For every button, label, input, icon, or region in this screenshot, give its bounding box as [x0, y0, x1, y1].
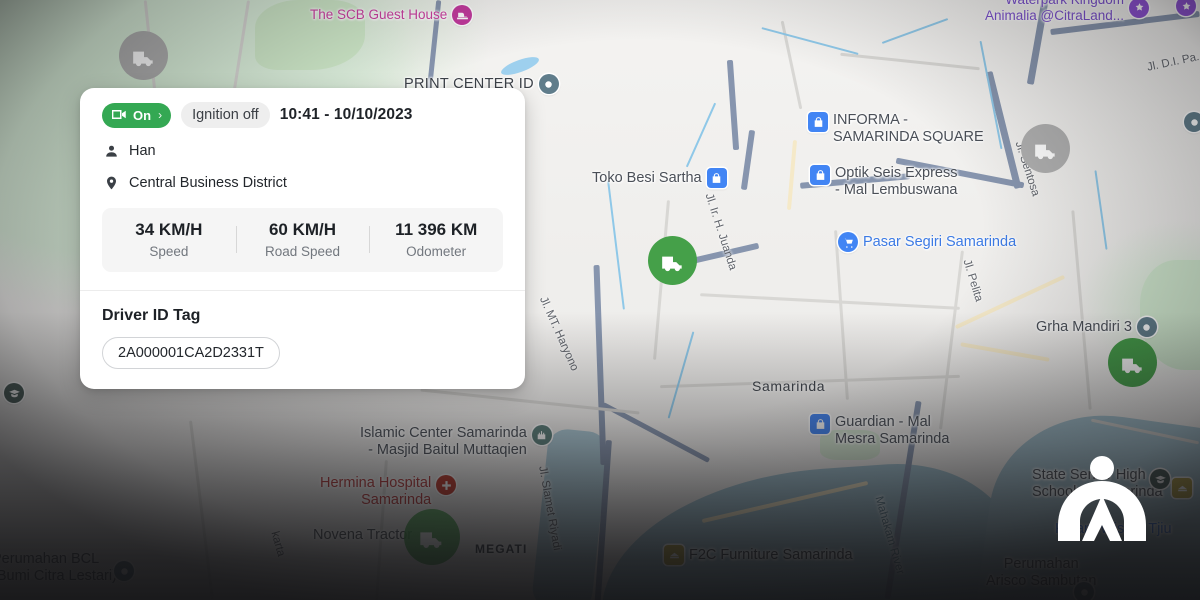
driver-row: Han — [102, 142, 503, 160]
stat-value: 34 KM/H — [135, 220, 203, 239]
stats-row: 34 KM/H Speed 60 KM/H Road Speed 11 396 … — [102, 208, 503, 272]
place-dot-icon-bottom[interactable] — [1074, 582, 1094, 600]
map-park-top — [255, 0, 365, 70]
school-icon-left-edge[interactable] — [4, 383, 24, 403]
chevron-right-icon: › — [158, 108, 163, 122]
map-park-bottom — [820, 430, 880, 460]
vehicle-marker-active-center[interactable] — [648, 236, 697, 285]
navigation-arrow-logo — [1058, 456, 1146, 541]
stat-value: 11 396 KM — [395, 220, 478, 239]
ignition-status-pill: Ignition off — [181, 102, 270, 128]
place-dot-icon-right-edge[interactable] — [1184, 112, 1200, 132]
stat-label: Speed — [149, 244, 189, 259]
driver-name: Han — [129, 143, 156, 159]
stat-road-speed: 60 KM/H Road Speed — [235, 220, 370, 259]
card-top-section: On › Ignition off 10:41 - 10/10/2023 Han… — [80, 88, 525, 290]
person-icon — [102, 142, 120, 160]
location-name: Central Business District — [129, 175, 287, 191]
stat-speed: 34 KM/H Speed — [102, 220, 236, 259]
stat-label: Road Speed — [264, 244, 341, 259]
camera-status-pill[interactable]: On › — [102, 102, 172, 128]
vehicle-marker-idle-top[interactable] — [119, 31, 168, 80]
driver-id-title: Driver ID Tag — [102, 307, 201, 324]
status-pill-label: On — [133, 107, 152, 123]
location-row: Central Business District — [102, 174, 503, 192]
card-bottom-section: Driver ID Tag 2A000001CA2D2331T — [80, 291, 525, 389]
map-pin-icon — [102, 174, 120, 192]
furniture-icon-right-edge[interactable] — [1172, 478, 1192, 498]
event-timestamp: 10:41 - 10/10/2023 — [279, 106, 413, 123]
vehicle-marker-active-right[interactable] — [1108, 338, 1157, 387]
stat-odometer: 11 396 KM Odometer — [369, 220, 503, 259]
vehicle-marker-idle-right[interactable] — [1021, 124, 1070, 173]
card-header-row: On › Ignition off 10:41 - 10/10/2023 — [102, 102, 503, 128]
vehicle-marker-active-bottom[interactable] — [404, 509, 460, 565]
driver-id-tag-chip[interactable]: 2A000001CA2D2331T — [102, 337, 280, 369]
stat-label: Odometer — [406, 244, 467, 259]
stat-value: 60 KM/H — [268, 220, 337, 239]
vehicle-info-card[interactable]: On › Ignition off 10:41 - 10/10/2023 Han… — [80, 88, 525, 389]
video-camera-icon — [111, 108, 127, 123]
